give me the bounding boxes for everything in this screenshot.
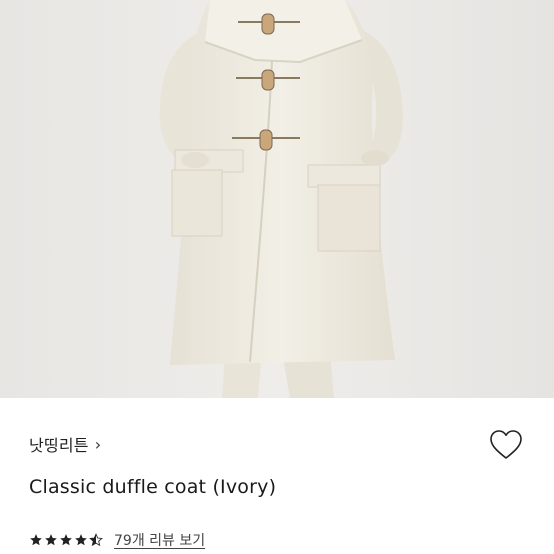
reviews-link[interactable]: 79개 리뷰 보기 xyxy=(114,530,205,550)
star-full-icon xyxy=(60,534,72,546)
chevron-right-icon: › xyxy=(94,434,102,454)
duffle-coat-photo xyxy=(0,0,554,398)
brand-link[interactable]: 낫띵리튼 › xyxy=(29,432,101,456)
star-full-icon xyxy=(45,534,57,546)
wishlist-button[interactable] xyxy=(488,427,524,463)
star-rating xyxy=(29,533,104,547)
rating-row: 79개 리뷰 보기 xyxy=(29,530,205,550)
brand-name: 낫띵리튼 xyxy=(29,436,89,455)
heart-outline-icon xyxy=(490,430,522,459)
product-title: Classic duffle coat (Ivory) xyxy=(29,476,277,498)
star-half-icon xyxy=(89,533,103,547)
star-full-icon xyxy=(30,534,42,546)
star-full-icon xyxy=(75,534,87,546)
product-image[interactable] xyxy=(0,0,554,398)
